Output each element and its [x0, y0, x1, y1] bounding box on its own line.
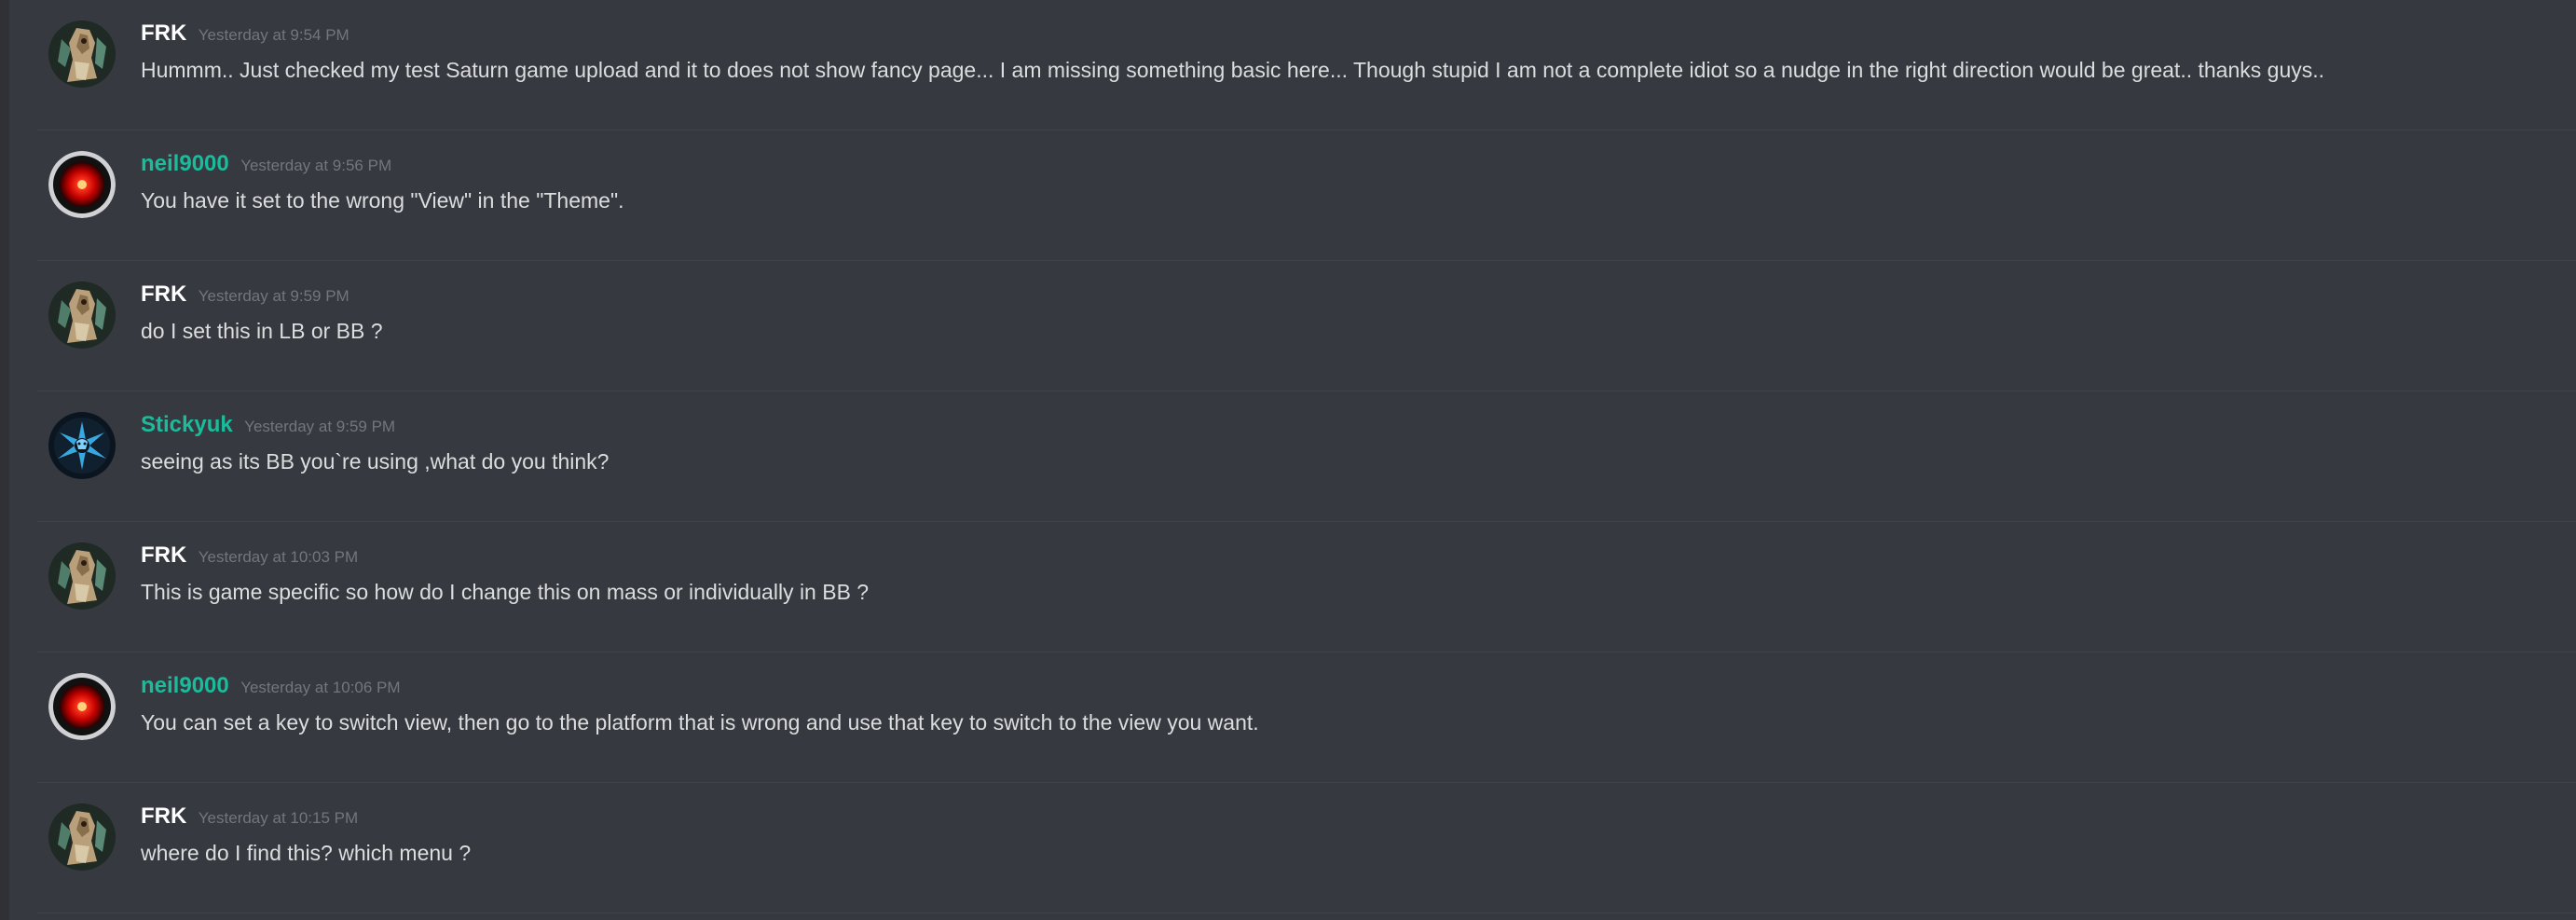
username[interactable]: Stickyuk — [141, 412, 233, 437]
message-header: FRK Yesterday at 9:54 PM — [141, 21, 349, 47]
message-text: This is game specific so how do I change… — [141, 580, 870, 604]
message-header: Stickyuk Yesterday at 9:59 PM — [141, 412, 395, 438]
stickyuk-avatar-icon[interactable] — [48, 412, 116, 479]
message-text: Hummm.. Just checked my test Saturn game… — [141, 58, 2325, 82]
timestamp: Yesterday at 10:15 PM — [198, 809, 359, 827]
message: Stickyuk Yesterday at 9:59 PM seeing as … — [37, 391, 2576, 522]
timestamp: Yesterday at 10:03 PM — [198, 548, 359, 566]
message-list[interactable]: FRK Yesterday at 9:54 PM Hummm.. Just ch… — [9, 0, 2576, 920]
channel-edge — [0, 0, 9, 920]
frk-avatar-icon[interactable] — [48, 21, 116, 88]
message-header: FRK Yesterday at 10:15 PM — [141, 803, 358, 830]
message-text: seeing as its BB you`re using ,what do y… — [141, 449, 610, 474]
message-header: neil9000 Yesterday at 9:56 PM — [141, 151, 391, 177]
message-header: FRK Yesterday at 10:03 PM — [141, 542, 358, 569]
username[interactable]: FRK — [141, 542, 186, 568]
timestamp: Yesterday at 9:54 PM — [198, 26, 349, 44]
timestamp: Yesterday at 10:06 PM — [240, 679, 401, 696]
message: neil9000 Yesterday at 9:56 PM You have i… — [37, 130, 2576, 261]
username[interactable]: FRK — [141, 21, 186, 46]
username[interactable]: FRK — [141, 803, 186, 829]
message-text: You can set a key to switch view, then g… — [141, 710, 1259, 735]
frk-avatar-icon[interactable] — [48, 803, 116, 871]
message: FRK Yesterday at 10:15 PM where do I fin… — [37, 783, 2576, 913]
hal9000-eye-avatar-icon[interactable] — [48, 151, 116, 218]
timestamp: Yesterday at 9:59 PM — [198, 287, 349, 305]
message: FRK Yesterday at 9:59 PM do I set this i… — [37, 261, 2576, 391]
timestamp: Yesterday at 9:59 PM — [244, 418, 396, 435]
message: neil9000 Yesterday at 10:06 PM You can s… — [37, 652, 2576, 783]
frk-avatar-icon[interactable] — [48, 542, 116, 610]
message-header: FRK Yesterday at 9:59 PM — [141, 281, 349, 308]
message-header: neil9000 Yesterday at 10:06 PM — [141, 673, 401, 699]
username[interactable]: neil9000 — [141, 673, 229, 698]
message-text: where do I find this? which menu ? — [141, 841, 472, 865]
message-text: do I set this in LB or BB ? — [141, 319, 383, 343]
username[interactable]: neil9000 — [141, 151, 229, 176]
frk-avatar-icon[interactable] — [48, 281, 116, 349]
message-text: You have it set to the wrong "View" in t… — [141, 188, 624, 213]
message: FRK Yesterday at 10:03 PM This is game s… — [37, 522, 2576, 652]
message: FRK Yesterday at 9:54 PM Hummm.. Just ch… — [37, 0, 2576, 130]
username[interactable]: FRK — [141, 281, 186, 307]
hal9000-eye-avatar-icon[interactable] — [48, 673, 116, 740]
timestamp: Yesterday at 9:56 PM — [240, 157, 392, 174]
